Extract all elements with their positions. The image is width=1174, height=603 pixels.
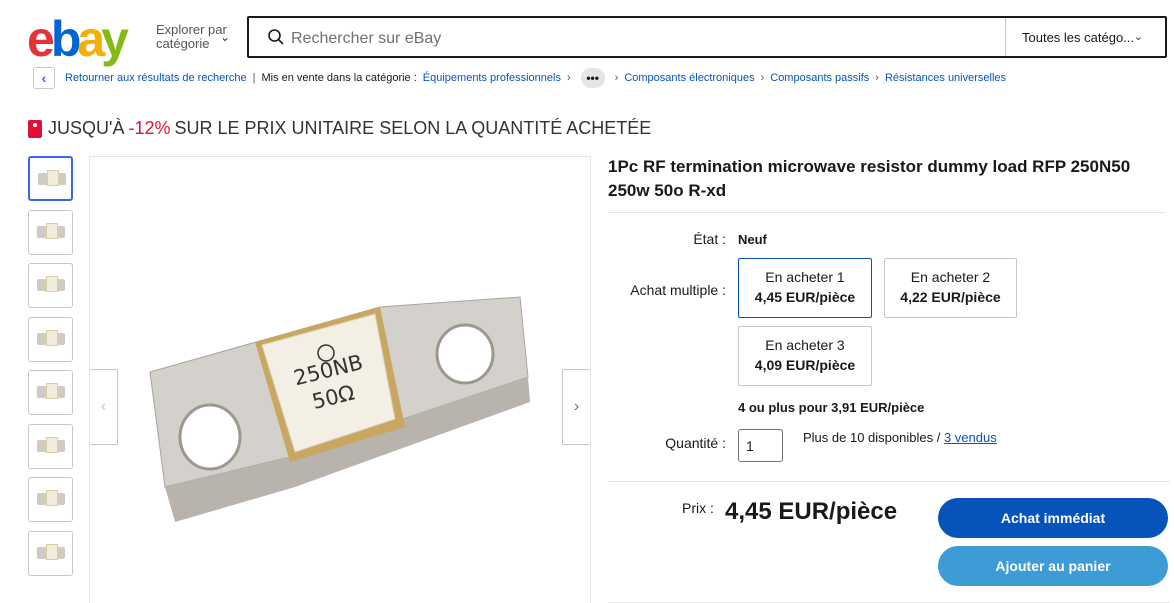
price-value: 4,45 EUR/pièce: [725, 498, 898, 525]
tier-qty: En acheter 1: [765, 269, 845, 285]
chevron-right-icon: ›: [760, 72, 765, 84]
thumbnail[interactable]: [28, 209, 73, 255]
tier-price: 4,22 EUR/pièce: [900, 289, 1001, 305]
chevron-left-icon: ‹: [100, 398, 107, 415]
thumbnail[interactable]: [28, 423, 73, 469]
chevron-down-icon: ⌄: [220, 30, 231, 44]
explore-by-category-button[interactable]: Explorer par catégorie ⌄: [156, 23, 236, 51]
tier-buy-1[interactable]: En acheter 1 4,45 EUR/pièce: [738, 258, 872, 318]
chevron-right-icon: ›: [875, 72, 879, 84]
buy-now-button[interactable]: Achat immédiat: [938, 498, 1168, 538]
search-bar: Rechercher sur eBay Toutes les catégo...…: [247, 16, 1167, 58]
search-icon: [268, 29, 284, 45]
thumbnail[interactable]: [28, 530, 73, 576]
thumbnail-list: [28, 156, 73, 584]
add-to-cart-button[interactable]: Ajouter au panier: [938, 546, 1168, 586]
listed-in-label: Mis en vente dans la catégorie :: [261, 72, 417, 84]
quantity-label: Quantité :: [665, 435, 726, 451]
chevron-right-icon: ›: [573, 398, 580, 415]
condition-value: Neuf: [738, 232, 767, 247]
category-select-label: Toutes les catégo...: [1022, 30, 1135, 45]
explore-label: Explorer par catégorie: [156, 22, 227, 51]
price-tag-icon: [28, 119, 42, 138]
breadcrumb-item[interactable]: Résistances universelles: [885, 72, 1006, 84]
divider: [608, 212, 1165, 213]
availability-text: Plus de 10 disponibles /: [803, 430, 941, 445]
promo-banner: JUSQU'À -12% SUR LE PRIX UNITAIRE SELON …: [28, 118, 651, 139]
tier-qty: En acheter 3: [765, 337, 845, 353]
promo-suffix: SUR LE PRIX UNITAIRE SELON LA QUANTITÉ A…: [174, 118, 652, 138]
breadcrumb: ‹ Retourner aux résultats de recherche |…: [33, 66, 1006, 90]
tier-buy-3[interactable]: En acheter 3 4,09 EUR/pièce: [738, 326, 872, 386]
breadcrumb-item[interactable]: Composants électroniques: [624, 72, 754, 84]
breadcrumb-item[interactable]: Composants passifs: [770, 72, 869, 84]
bulk-price-note: 4 ou plus pour 3,91 EUR/pièce: [738, 400, 925, 415]
tier-price: 4,45 EUR/pièce: [754, 289, 856, 305]
thumbnail[interactable]: [28, 156, 73, 201]
prev-image-button[interactable]: ‹: [90, 369, 118, 445]
sold-count-link[interactable]: 3 vendus: [944, 430, 997, 445]
chevron-right-icon: ›: [566, 72, 571, 84]
thumbnail[interactable]: [28, 263, 73, 308]
quantity-input[interactable]: 1: [738, 429, 783, 462]
promo-prefix: JUSQU'À: [48, 118, 125, 138]
product-image[interactable]: 250NB 50Ω ‹ ›: [89, 156, 591, 603]
availability: Plus de 10 disponibles / 3 vendus: [803, 430, 997, 445]
back-to-results-link[interactable]: Retourner aux résultats de recherche: [65, 72, 247, 84]
promo-discount: -12%: [128, 118, 171, 138]
tier-qty: En acheter 2: [910, 269, 991, 285]
back-arrow-icon[interactable]: ‹: [33, 67, 55, 89]
thumbnail[interactable]: [28, 477, 73, 522]
chevron-down-icon: ⌄: [1133, 31, 1143, 43]
condition-label: État :: [693, 231, 726, 247]
ebay-logo[interactable]: ebay: [27, 14, 129, 64]
product-title: 1Pc RF termination microwave resistor du…: [608, 157, 1131, 200]
breadcrumb-item[interactable]: Équipements professionnels: [423, 72, 561, 84]
product-photo: 250NB 50Ω: [149, 296, 530, 522]
thumbnail[interactable]: [28, 370, 73, 415]
divider: |: [252, 72, 256, 84]
category-select[interactable]: Toutes les catégo... ⌄: [1005, 18, 1165, 56]
divider: [608, 481, 1170, 482]
next-image-button[interactable]: ›: [562, 369, 590, 445]
multi-buy-label: Achat multiple :: [630, 282, 726, 298]
chevron-right-icon: ›: [614, 72, 619, 84]
search-input[interactable]: Rechercher sur eBay: [291, 30, 441, 48]
price-label: Prix :: [682, 500, 714, 516]
more-icon[interactable]: •••: [580, 68, 605, 88]
thumbnail[interactable]: [28, 316, 73, 362]
tier-buy-2[interactable]: En acheter 2 4,22 EUR/pièce: [884, 258, 1017, 318]
tier-price: 4,09 EUR/pièce: [754, 357, 856, 373]
